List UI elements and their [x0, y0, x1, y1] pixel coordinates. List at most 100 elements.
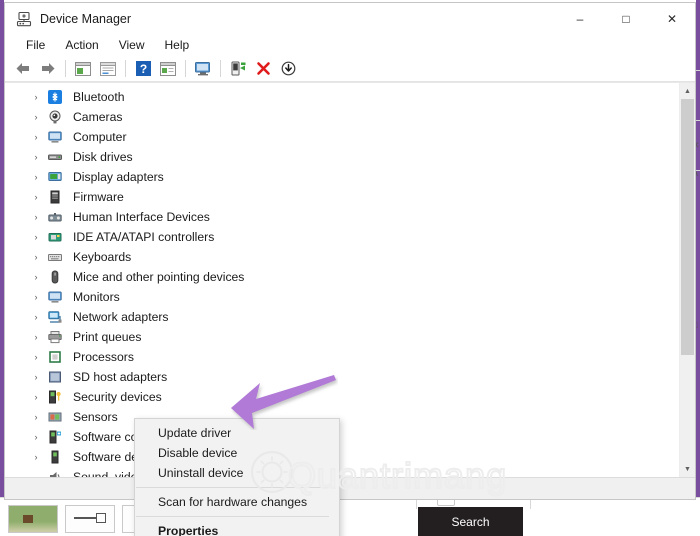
toolbar-separator: [65, 60, 66, 77]
display-adapter-icon: [47, 169, 63, 185]
uninstall-device-button[interactable]: [251, 58, 275, 80]
tree-node-software-components[interactable]: › Software components: [5, 427, 680, 447]
tree-node-print-queues[interactable]: › Print queues: [5, 327, 680, 347]
chevron-right-icon[interactable]: ›: [31, 232, 41, 242]
chevron-right-icon[interactable]: ›: [31, 292, 41, 302]
background-right-accent-bar: [696, 0, 700, 536]
context-menu: Update driver Disable device Uninstall d…: [134, 418, 340, 536]
tree-node-label: Network adapters: [73, 310, 169, 324]
tree-node-monitors[interactable]: › Monitors: [5, 287, 680, 307]
help-button[interactable]: ?: [131, 58, 155, 80]
tree-node-mice[interactable]: › Mice and other pointing devices: [5, 267, 680, 287]
tree-node-label: IDE ATA/ATAPI controllers: [73, 230, 215, 244]
menu-view[interactable]: View: [110, 37, 154, 53]
sound-controller-icon: [47, 469, 63, 477]
camera-icon: [47, 109, 63, 125]
scroll-up-arrow-icon[interactable]: ▲: [680, 83, 695, 99]
chevron-right-icon[interactable]: ›: [31, 192, 41, 202]
tree-node-sd-host-adapters[interactable]: › SD host adapters: [5, 367, 680, 387]
chevron-right-icon[interactable]: ›: [31, 352, 41, 362]
tree-node-label: Human Interface Devices: [73, 210, 210, 224]
chevron-down-icon[interactable]: ⌄: [31, 472, 41, 477]
background-thumbnail[interactable]: [8, 505, 58, 533]
chevron-right-icon[interactable]: ›: [31, 172, 41, 182]
ctx-uninstall-device[interactable]: Uninstall device: [135, 463, 339, 483]
view-button[interactable]: [156, 58, 180, 80]
tree-node-label: SD host adapters: [73, 370, 168, 384]
ctx-properties[interactable]: Properties: [135, 521, 339, 536]
tree-node-display-adapters[interactable]: › Display adapters: [5, 167, 680, 187]
tree-node-label: Display adapters: [73, 170, 164, 184]
tree-node-label: Monitors: [73, 290, 120, 304]
tree-node-security-devices[interactable]: › Security devices: [5, 387, 680, 407]
maximize-button[interactable]: □: [603, 3, 649, 34]
chevron-right-icon[interactable]: ›: [31, 332, 41, 342]
tree-node-label: Processors: [73, 350, 134, 364]
tree-node-sound-video-game-controllers[interactable]: ⌄ Sound, video and game controllers: [5, 467, 680, 477]
tree-node-label: Mice and other pointing devices: [73, 270, 245, 284]
scrollbar-thumb[interactable]: [681, 99, 694, 355]
ctx-disable-device[interactable]: Disable device: [135, 443, 339, 463]
chevron-right-icon[interactable]: ›: [31, 252, 41, 262]
scan-monitor-icon: [195, 62, 210, 76]
chevron-right-icon[interactable]: ›: [31, 132, 41, 142]
chevron-right-icon[interactable]: ›: [31, 432, 41, 442]
chevron-right-icon[interactable]: ›: [31, 412, 41, 422]
tree-node-disk-drives[interactable]: › Disk drives: [5, 147, 680, 167]
menu-action[interactable]: Action: [56, 37, 107, 53]
tree-node-computer[interactable]: › Computer: [5, 127, 680, 147]
context-menu-separator: [136, 516, 329, 517]
background-search-button[interactable]: Search: [418, 507, 523, 536]
tree-node-network-adapters[interactable]: › Network adapters: [5, 307, 680, 327]
menu-bar: File Action View Help: [5, 34, 695, 56]
tree-node-keyboards[interactable]: › Keyboards: [5, 247, 680, 267]
scan-hardware-button[interactable]: [191, 58, 215, 80]
tree-node-label: Computer: [73, 130, 127, 144]
menu-help[interactable]: Help: [156, 37, 199, 53]
chevron-right-icon[interactable]: ›: [31, 372, 41, 382]
minimize-button[interactable]: –: [557, 3, 603, 34]
back-button[interactable]: [11, 58, 35, 80]
update-driver-icon: [231, 61, 245, 76]
chevron-right-icon[interactable]: ›: [31, 312, 41, 322]
sensor-icon: [47, 409, 63, 425]
tree-node-ide-controllers[interactable]: › IDE ATA/ATAPI controllers: [5, 227, 680, 247]
tree-node-label: Disk drives: [73, 150, 133, 164]
sd-host-icon: [47, 369, 63, 385]
tree-node-processors[interactable]: › Processors: [5, 347, 680, 367]
tree-node-label: Security devices: [73, 390, 162, 404]
back-arrow-icon: [16, 63, 29, 74]
bluetooth-icon: [47, 89, 63, 105]
disable-device-button[interactable]: [276, 58, 300, 80]
chevron-right-icon[interactable]: ›: [31, 452, 41, 462]
tree-node-label: Sensors: [73, 410, 118, 424]
ctx-update-driver[interactable]: Update driver: [135, 423, 339, 443]
menu-file[interactable]: File: [17, 37, 54, 53]
show-hide-console-tree-button[interactable]: [71, 58, 95, 80]
tree-node-firmware[interactable]: › Firmware: [5, 187, 680, 207]
tree-node-bluetooth[interactable]: › Bluetooth: [5, 87, 680, 107]
close-button[interactable]: ✕: [649, 3, 695, 34]
chevron-right-icon[interactable]: ›: [31, 92, 41, 102]
forward-button[interactable]: [36, 58, 60, 80]
ctx-scan-hardware[interactable]: Scan for hardware changes: [135, 492, 339, 512]
view-panel-icon: [160, 61, 176, 76]
chevron-right-icon[interactable]: ›: [31, 272, 41, 282]
update-driver-button[interactable]: [226, 58, 250, 80]
chevron-right-icon[interactable]: ›: [31, 392, 41, 402]
tree-node-cameras[interactable]: › Cameras: [5, 107, 680, 127]
properties-button[interactable]: [96, 58, 120, 80]
toolbar-separator: [220, 60, 221, 77]
tree-node-sensors[interactable]: › Sensors: [5, 407, 680, 427]
tree-node-software-devices[interactable]: › Software devices: [5, 447, 680, 467]
tree-vertical-scrollbar[interactable]: ▲ ▼: [679, 83, 695, 477]
background-thumbnail[interactable]: [65, 505, 115, 533]
tree-node-human-interface-devices[interactable]: › Human Interface Devices: [5, 207, 680, 227]
chevron-right-icon[interactable]: ›: [31, 112, 41, 122]
chevron-right-icon[interactable]: ›: [31, 212, 41, 222]
chevron-right-icon[interactable]: ›: [31, 152, 41, 162]
toolbar: ?: [5, 56, 695, 82]
window-titlebar: Device Manager – □ ✕: [5, 3, 695, 34]
red-x-icon: [256, 62, 270, 75]
scroll-down-arrow-icon[interactable]: ▼: [680, 461, 695, 477]
